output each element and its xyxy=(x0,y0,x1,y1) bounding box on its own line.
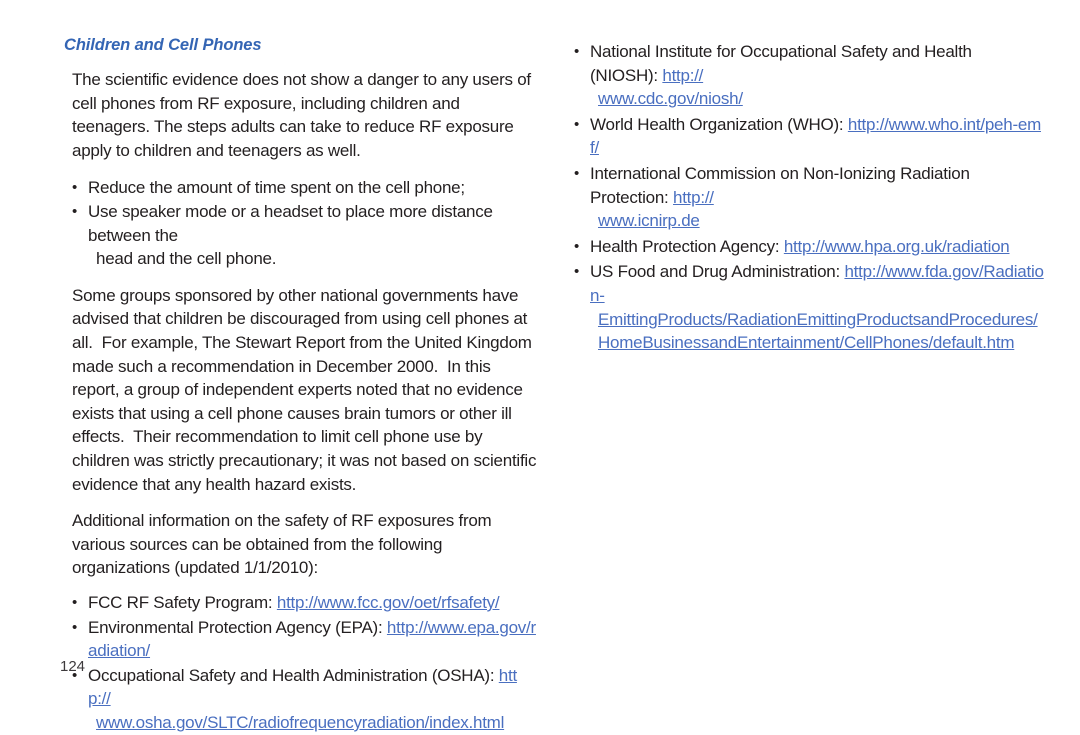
organization-link-continued[interactable]: www.osha.gov/SLTC/radiofrequencyradiatio… xyxy=(88,711,538,735)
organization-label: International Commission on Non-Ionizing… xyxy=(590,163,970,207)
organization-link-continued[interactable]: EmittingProducts/RadiationEmittingProduc… xyxy=(590,308,1044,332)
additional-info-paragraph: Additional information on the safety of … xyxy=(72,511,496,578)
tips-list: Reduce the amount of time spent on the c… xyxy=(60,176,538,271)
list-item: Reduce the amount of time spent on the c… xyxy=(72,176,538,200)
tip-text: Reduce the amount of time spent on the c… xyxy=(88,177,465,197)
organization-label: Health Protection Agency: xyxy=(590,236,784,256)
organizations-list-right: National Institute for Occupational Safe… xyxy=(574,40,1044,355)
organization-link-continued-2[interactable]: HomeBusinessandEntertainment/CellPhones/… xyxy=(590,331,1044,355)
intro-paragraph: The scientific evidence does not show a … xyxy=(72,70,536,160)
page-number: 124 xyxy=(60,658,86,675)
organization-link-continued[interactable]: www.icnirp.de xyxy=(590,209,1044,233)
organization-label: World Health Organization (WHO): xyxy=(590,114,848,134)
list-item: US Food and Drug Administration: http://… xyxy=(574,260,1044,354)
page-title: Children and Cell Phones xyxy=(64,36,262,54)
left-column: Children and Cell Phones The scientific … xyxy=(60,36,541,732)
organization-link[interactable]: http:// xyxy=(662,66,703,85)
organization-label: Environmental Protection Agency (EPA): xyxy=(88,617,387,637)
organization-link[interactable]: http://www.fcc.gov/oet/rfsafety/ xyxy=(277,593,500,612)
list-item: World Health Organization (WHO): http://… xyxy=(574,113,1044,160)
list-item: National Institute for Occupational Safe… xyxy=(574,40,1044,111)
organization-link-continued[interactable]: www.cdc.gov/niosh/ xyxy=(590,87,1044,111)
list-item: International Commission on Non-Ionizing… xyxy=(574,162,1044,233)
stewart-report-paragraph: Some groups sponsored by other national … xyxy=(72,285,541,494)
tip-text-continued: head and the cell phone. xyxy=(96,249,277,269)
list-item: FCC RF Safety Program: http://www.fcc.go… xyxy=(72,591,538,615)
right-column: National Institute for Occupational Safe… xyxy=(574,36,1044,720)
list-item: Health Protection Agency: http://www.hpa… xyxy=(574,235,1044,259)
organization-link[interactable]: http://www.hpa.org.uk/radiation xyxy=(784,237,1010,256)
organization-label: FCC RF Safety Program: xyxy=(88,593,277,613)
organization-label: Occupational Safety and Health Administr… xyxy=(88,665,499,685)
list-item: Environmental Protection Agency (EPA): h… xyxy=(72,616,538,663)
list-item: Occupational Safety and Health Administr… xyxy=(72,664,538,735)
organization-link[interactable]: http:// xyxy=(673,188,714,207)
document-page: Children and Cell Phones The scientific … xyxy=(0,0,1080,732)
tip-text: Use speaker mode or a headset to place m… xyxy=(88,202,493,245)
organization-label: National Institute for Occupational Safe… xyxy=(590,42,972,85)
organization-label: US Food and Drug Administration: xyxy=(590,262,845,282)
organizations-list-left: FCC RF Safety Program: http://www.fcc.go… xyxy=(60,591,538,735)
list-item: Use speaker mode or a headset to place m… xyxy=(72,200,538,271)
